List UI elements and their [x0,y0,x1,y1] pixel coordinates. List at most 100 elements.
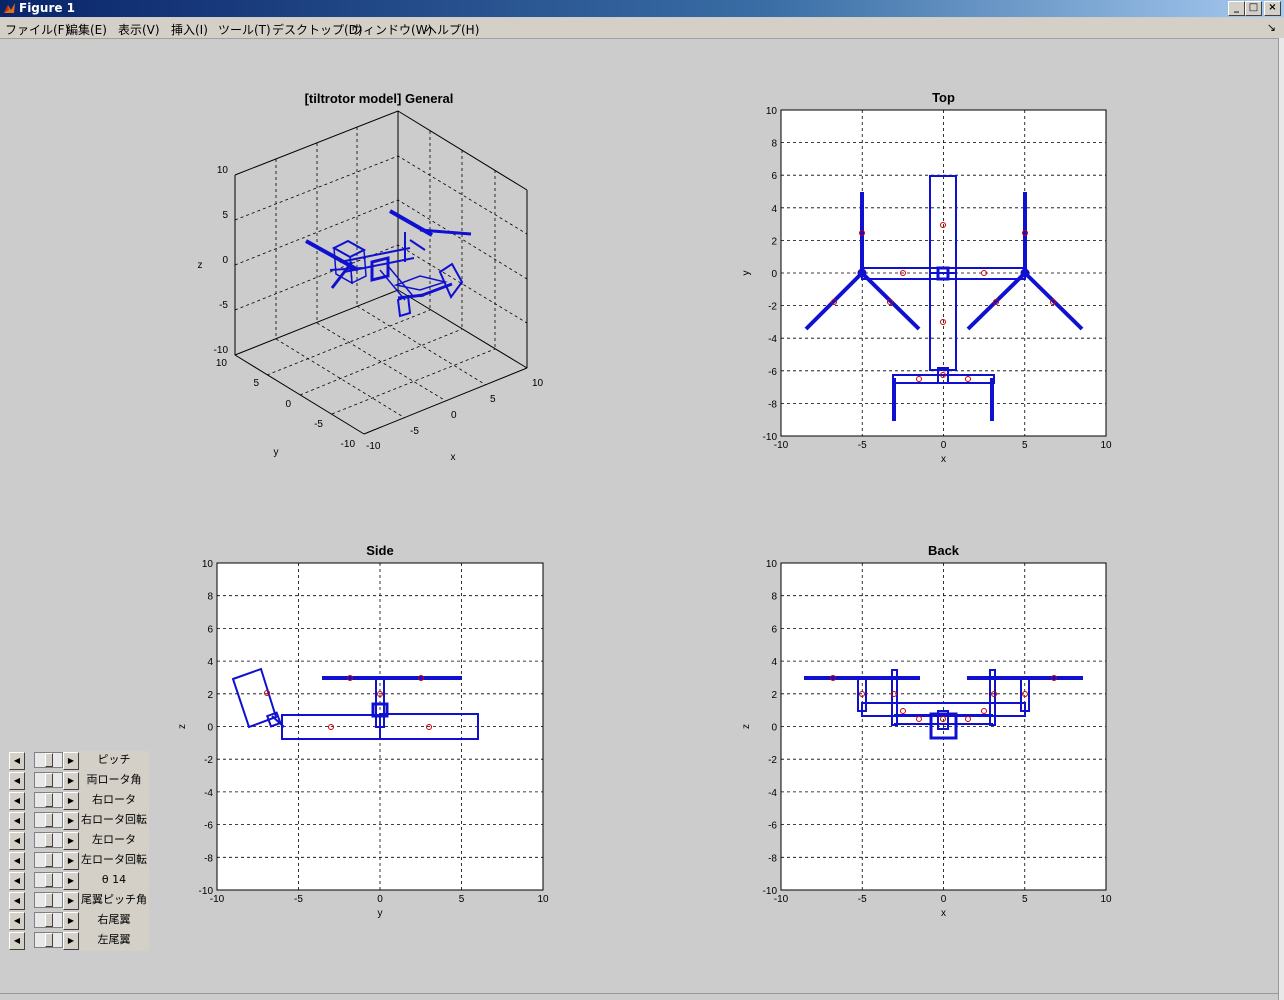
general-z-tick: 5 [222,210,228,221]
slider-left-arrow-icon[interactable]: ◀ [9,872,25,890]
slider-thumb[interactable] [45,913,53,927]
general-z-tick: 0 [222,255,228,266]
figure-canvas: [tiltrotor model] General 10 5 0 -5 -10 … [177,90,1112,919]
slider-track[interactable] [34,852,63,868]
back-y-tick: -2 [768,755,777,766]
top-y-tick: 10 [766,106,778,117]
slider-right-arrow-icon[interactable]: ▶ [63,752,79,770]
top-x-tick: 5 [1022,440,1028,451]
slider-left-arrow-icon[interactable]: ◀ [9,772,25,790]
slider-thumb[interactable] [45,753,53,767]
slider-right-arrow-icon[interactable]: ▶ [63,872,79,890]
back-y-tick: 6 [771,624,777,635]
back-y-tick: 2 [771,690,777,701]
slider-thumb[interactable] [45,813,53,827]
side-y-tick: 4 [207,657,213,668]
general-z-label: z [198,260,203,271]
slider-left-arrow-icon[interactable]: ◀ [9,932,25,950]
back-y-tick: 4 [771,657,777,668]
slider-label: ピッチ [79,751,149,771]
slider-track[interactable] [34,772,63,788]
side-y-tick: -8 [204,853,213,864]
slider-right-arrow-icon[interactable]: ▶ [63,792,79,810]
top-y-tick: 0 [771,269,777,280]
top-x-tick: 0 [941,440,947,451]
side-y-tick: -6 [204,821,213,832]
side-x-tick: 10 [537,894,549,905]
slider-left-arrow-icon[interactable]: ◀ [9,912,25,930]
side-y-tick: 6 [207,624,213,635]
slider-right-arrow-icon[interactable]: ▶ [63,772,79,790]
slider-thumb[interactable] [45,893,53,907]
top-y-tick: -2 [768,302,777,313]
slider-label: 左ロータ [79,831,149,851]
slider-row: ◀ ▶ 両ロータ角 [9,771,149,791]
slider-left-arrow-icon[interactable]: ◀ [9,852,25,870]
back-x-tick: -5 [858,894,867,905]
slider-right-arrow-icon[interactable]: ▶ [63,932,79,950]
side-x-tick: 0 [377,894,383,905]
slider-row: ◀ ▶ 左ロータ回転 [9,851,149,871]
slider-track[interactable] [34,752,63,768]
slider-thumb[interactable] [45,793,53,807]
slider-track[interactable] [34,832,63,848]
slider-left-arrow-icon[interactable]: ◀ [9,892,25,910]
slider-thumb[interactable] [45,853,53,867]
back-y-tick: 8 [771,592,777,603]
top-y-tick: -10 [763,432,778,443]
general-y-tick: -5 [314,419,323,430]
slider-row: ◀ ▶ θ 14 [9,871,149,891]
axes-back: -10 -5 0 5 101086420-2-4-6-8-10Backxz [741,543,1112,919]
general-grid [234,127,528,419]
slider-thumb[interactable] [45,933,53,947]
slider-thumb[interactable] [45,773,53,787]
slider-thumb[interactable] [45,833,53,847]
slider-left-arrow-icon[interactable]: ◀ [9,832,25,850]
general-title: [tiltrotor model] General [305,91,454,106]
slider-track[interactable] [34,812,63,828]
general-x-label: x [451,452,456,463]
slider-label: 右ロータ [79,791,149,811]
back-x-tick: 0 [941,894,947,905]
slider-thumb[interactable] [45,873,53,887]
top-y-tick: -4 [768,334,777,345]
general-x-tick: 5 [490,394,496,405]
top-x-tick: -5 [858,440,867,451]
top-title: Top [932,90,955,105]
slider-right-arrow-icon[interactable]: ▶ [63,812,79,830]
general-z-tick: -10 [214,345,229,356]
back-y-tick: 10 [766,559,778,570]
slider-track[interactable] [34,872,63,888]
top-x-tick: 10 [1100,440,1112,451]
back-y-tick: -10 [763,886,778,897]
slider-right-arrow-icon[interactable]: ▶ [63,832,79,850]
slider-track[interactable] [34,792,63,808]
top-y-tick: 2 [771,236,777,247]
side-y-tick: 10 [202,559,214,570]
slider-right-arrow-icon[interactable]: ▶ [63,892,79,910]
back-title: Back [928,543,960,558]
slider-left-arrow-icon[interactable]: ◀ [9,812,25,830]
slider-left-arrow-icon[interactable]: ◀ [9,792,25,810]
slider-right-arrow-icon[interactable]: ▶ [63,852,79,870]
slider-label: θ 14 [79,871,149,891]
side-x-tick: 5 [459,894,465,905]
axes-top: -10 -5 0 5 101086420-2-4-6-8-10Topxy [741,90,1112,465]
slider-row: ◀ ▶ 右尾翼 [9,911,149,931]
slider-left-arrow-icon[interactable]: ◀ [9,752,25,770]
slider-right-arrow-icon[interactable]: ▶ [63,912,79,930]
general-z-tick: 10 [217,165,229,176]
slider-track[interactable] [34,892,63,908]
slider-row: ◀ ▶ 尾翼ピッチ角 [9,891,149,911]
top-y-tick: 6 [771,171,777,182]
slider-row: ◀ ▶ 右ロータ回転 [9,811,149,831]
general-y-label: y [274,447,279,458]
back-x-tick: 5 [1022,894,1028,905]
top-x-label: x [941,454,946,465]
back-y-tick: -6 [768,821,777,832]
slider-track[interactable] [34,912,63,928]
side-x-tick: -5 [294,894,303,905]
back-y-tick: 0 [771,723,777,734]
slider-track[interactable] [34,932,63,948]
general-z-tick: -5 [219,300,228,311]
